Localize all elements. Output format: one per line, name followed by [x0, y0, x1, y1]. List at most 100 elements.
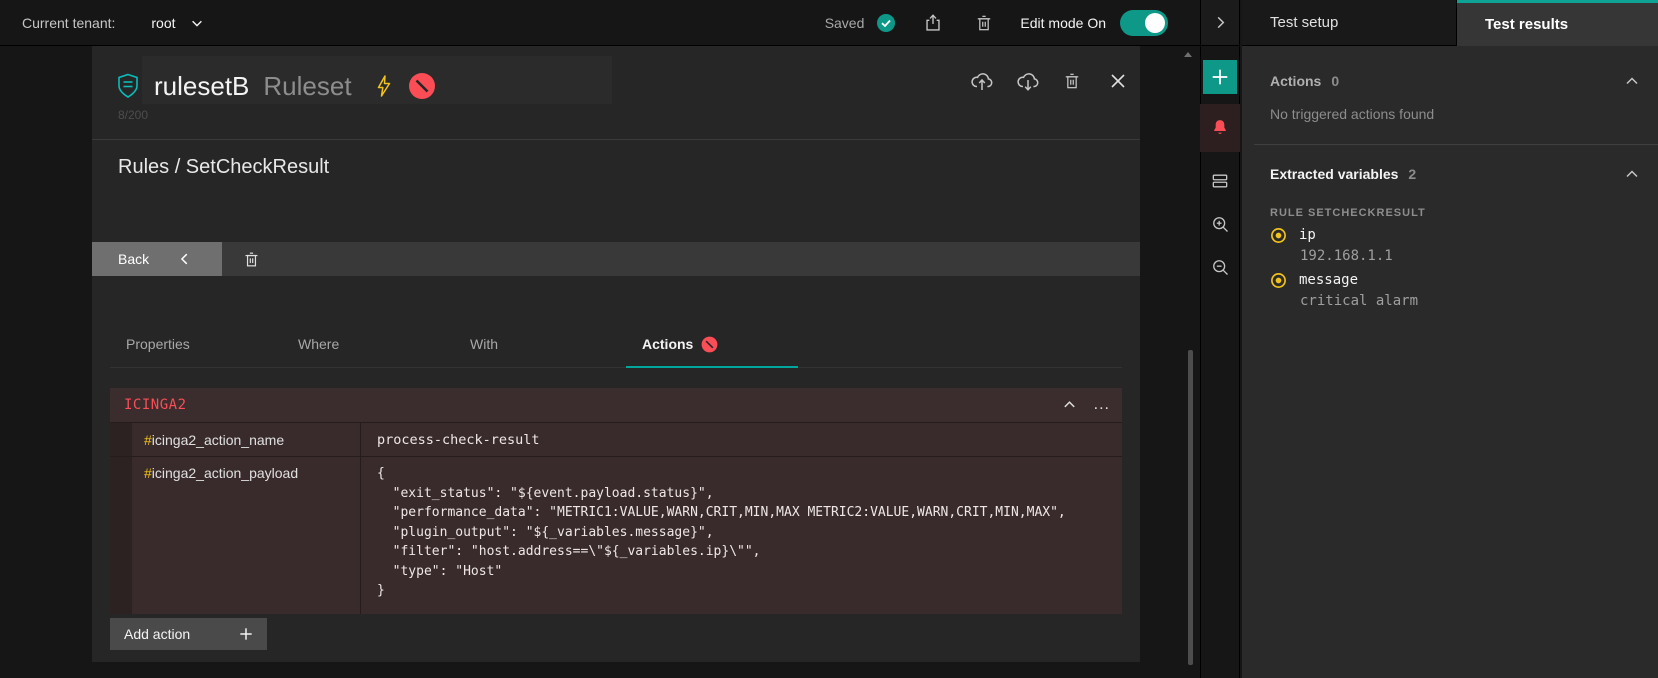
current-tenant-label: Current tenant: [22, 15, 115, 31]
key-hash: # [144, 465, 152, 481]
tab-label: Properties [126, 336, 190, 352]
action-name-row: #icinga2_action_name process-check-resul… [110, 422, 1122, 456]
lightning-icon [374, 74, 394, 98]
delete-button[interactable] [970, 9, 998, 37]
scrollbar-up-arrow[interactable] [1184, 52, 1192, 57]
chevron-up-icon[interactable] [1624, 166, 1640, 182]
key-text: icinga2_action_payload [152, 465, 298, 481]
variable-item: ip [1242, 219, 1658, 244]
tab-label: With [470, 336, 498, 352]
ruleset-panel: rulesetB Ruleset 8/200 [92, 46, 1140, 662]
tab-where[interactable]: Where [282, 322, 454, 367]
tab-test-results[interactable]: Test results [1457, 0, 1658, 46]
delete-ruleset-button[interactable] [1062, 70, 1082, 92]
tab-actions[interactable]: Actions [626, 322, 798, 368]
top-bar: Current tenant: root Saved [0, 0, 1200, 46]
rule-group-label: RULE SETCHECKRESULT [1242, 189, 1658, 219]
close-icon [1110, 73, 1126, 89]
chevron-up-icon [1062, 397, 1077, 412]
collapse-action-button[interactable] [1062, 397, 1077, 412]
key-text: icinga2_action_name [152, 432, 284, 448]
rows-icon [1210, 171, 1230, 191]
tab-with[interactable]: With [454, 322, 626, 367]
collapse-panel-button[interactable] [1201, 0, 1239, 46]
overflow-menu-icon[interactable]: ... [1094, 397, 1110, 413]
plus-icon [239, 627, 253, 641]
name-char-counter: 8/200 [118, 108, 148, 122]
section-divider [1254, 144, 1658, 145]
key-hash: # [144, 432, 152, 448]
zoom-in-icon [1210, 214, 1231, 235]
export-button[interactable] [918, 8, 948, 38]
close-button[interactable] [1110, 73, 1126, 89]
toggle-knob [1145, 13, 1165, 33]
shield-icon [116, 73, 140, 99]
add-action-label: Add action [124, 626, 190, 642]
action-payload-key: #icinga2_action_payload [132, 457, 360, 614]
no-actions-message: No triggered actions found [1242, 96, 1658, 122]
tab-properties[interactable]: Properties [110, 322, 282, 367]
variable-value: critical alarm [1242, 289, 1658, 309]
action-payload-row: #icinga2_action_payload { "exit_status":… [110, 456, 1122, 614]
chevron-up-icon[interactable] [1624, 73, 1640, 89]
ruleset-title-row: rulesetB Ruleset [116, 60, 436, 112]
main-area: rulesetB Ruleset 8/200 [0, 46, 1200, 678]
back-label: Back [118, 251, 149, 267]
zoom-in-button[interactable] [1200, 204, 1240, 244]
action-payload-value[interactable]: { "exit_status": "${event.payload.status… [360, 457, 1122, 614]
add-button[interactable] [1203, 60, 1237, 94]
test-panel-tabs: Test setup Test results [1242, 0, 1658, 46]
scrollbar-thumb[interactable] [1188, 350, 1193, 665]
tenant-value: root [151, 15, 175, 31]
upload-button[interactable] [970, 70, 994, 92]
add-action-button[interactable]: Add action [110, 618, 267, 650]
variables-section-header[interactable]: Extracted variables 2 [1242, 159, 1658, 189]
trash-icon [242, 249, 261, 270]
zoom-out-icon [1210, 257, 1231, 278]
actions-count: 0 [1331, 73, 1339, 89]
actions-section-header[interactable]: Actions 0 [1242, 66, 1658, 96]
variables-count: 2 [1408, 166, 1416, 182]
variable-name: ip [1299, 227, 1316, 244]
edit-mode-label: Edit mode On [1020, 15, 1106, 31]
alerts-button[interactable] [1200, 104, 1240, 152]
row-gutter [110, 457, 132, 614]
ruleset-name[interactable]: rulesetB [154, 71, 249, 102]
check-circle-icon [876, 13, 896, 33]
chevron-left-icon [178, 252, 192, 266]
variables-section-title: Extracted variables [1270, 166, 1398, 182]
bell-icon [1210, 118, 1230, 138]
cloud-download-icon [1016, 70, 1040, 92]
rule-breadcrumb-heading: Rules / SetCheckResult [118, 156, 329, 179]
back-button[interactable]: Back [92, 242, 222, 276]
spacer [1242, 46, 1658, 66]
delete-rule-button[interactable] [234, 242, 268, 276]
trash-icon [1062, 70, 1082, 92]
test-panel: Test setup Test results Actions 0 No tri… [1242, 0, 1658, 678]
saved-label: Saved [825, 15, 865, 31]
action-name-value[interactable]: process-check-result [360, 423, 1122, 456]
ruleset-header: rulesetB Ruleset 8/200 [92, 46, 1140, 140]
chevron-down-icon [190, 16, 204, 30]
cloud-upload-icon [970, 70, 994, 92]
tab-label: Actions [642, 336, 693, 352]
app-screen: Current tenant: root Saved [0, 0, 1658, 678]
edit-mode-toggle[interactable] [1120, 10, 1168, 36]
tab-test-setup[interactable]: Test setup [1242, 0, 1457, 46]
action-name-key: #icinga2_action_name [132, 423, 360, 456]
prohibited-icon [408, 72, 436, 100]
action-block-header: ICINGA2 ... [110, 388, 1122, 422]
tenant-select[interactable]: root [151, 15, 203, 31]
icinga2-action-block: ICINGA2 ... #icinga2_action_name process… [110, 388, 1122, 615]
tab-label: Where [298, 336, 339, 352]
layout-rows-button[interactable] [1200, 161, 1240, 201]
rule-toolbar: Back [92, 242, 1140, 276]
add-icon [1211, 68, 1229, 86]
chevron-right-icon [1213, 15, 1228, 30]
topbar-actions: Saved Edit mode On [825, 8, 1168, 38]
download-button[interactable] [1016, 70, 1040, 92]
zoom-out-button[interactable] [1200, 247, 1240, 287]
ruleset-type-label: Ruleset [263, 71, 351, 102]
payload-json: { "exit_status": "${event.payload.status… [377, 457, 1112, 601]
saved-status: Saved [825, 13, 897, 33]
